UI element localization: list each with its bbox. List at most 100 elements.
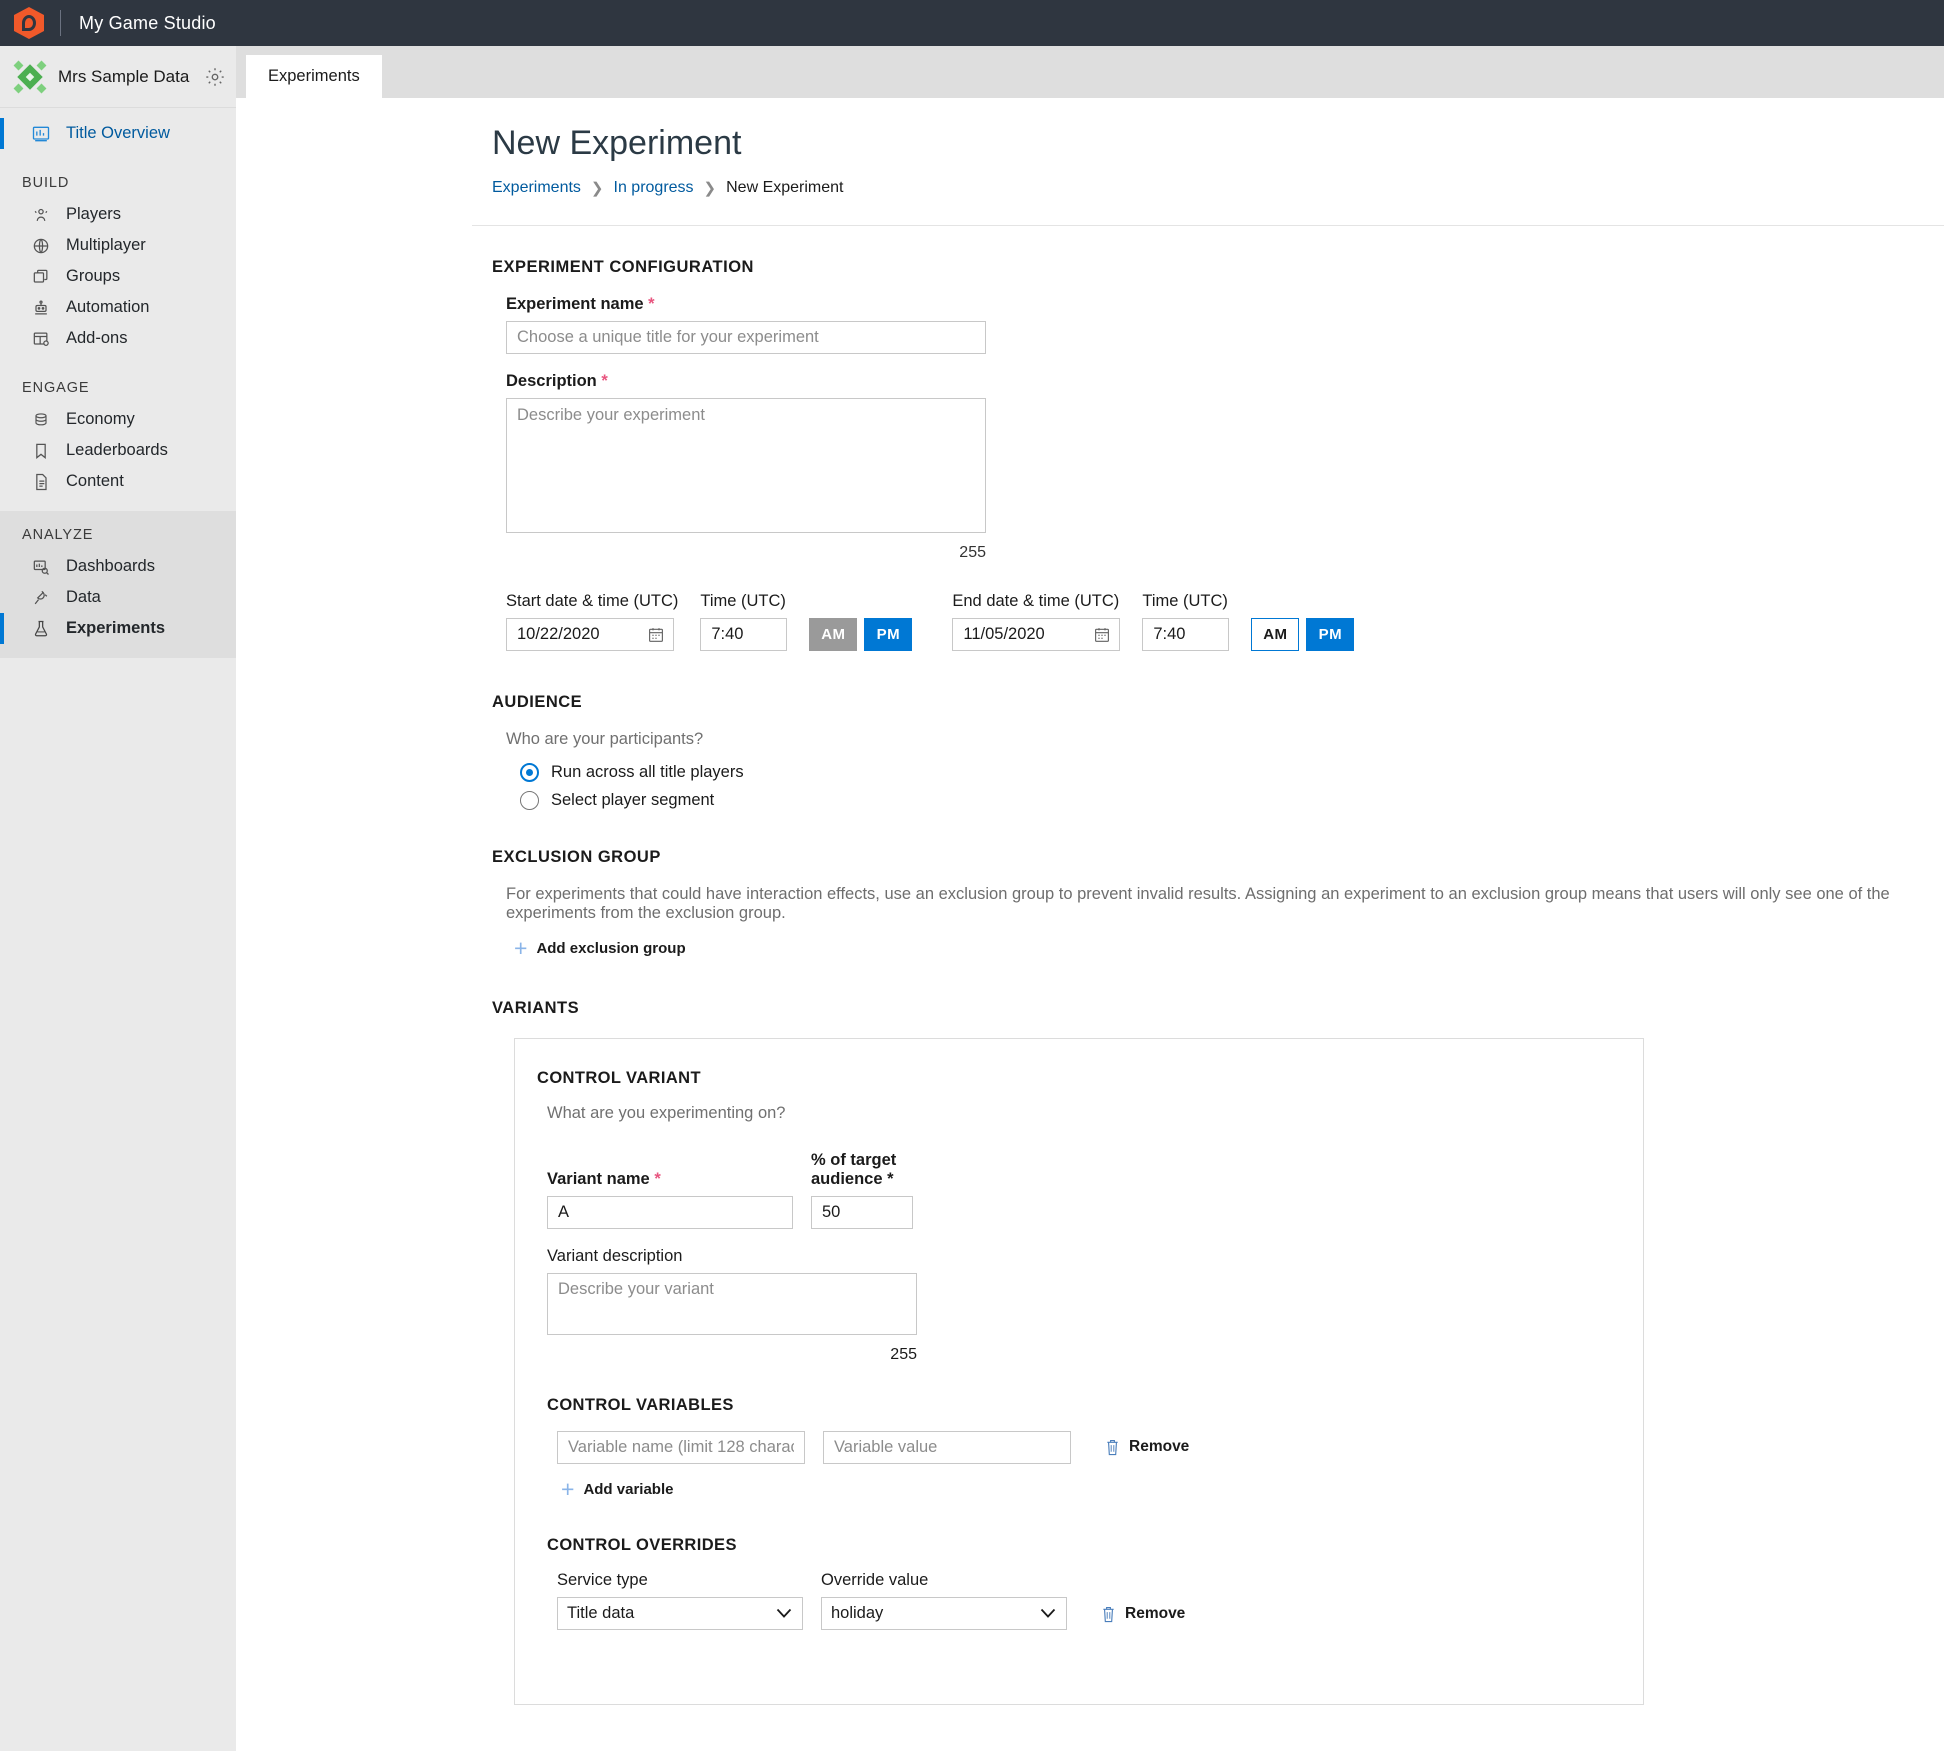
sidebar-item-leaderboards[interactable]: Leaderboards: [0, 435, 236, 466]
document-icon: [36, 473, 47, 490]
sidebar-item-label: Economy: [66, 410, 135, 428]
calendar-icon[interactable]: [1093, 625, 1111, 644]
description-textarea[interactable]: [506, 398, 986, 533]
sidebar-group-analyze: ANALYZE Dashboards Data Experiments: [0, 511, 236, 658]
flask-icon: [34, 620, 48, 636]
start-pm-button[interactable]: PM: [864, 618, 913, 651]
main-content: Experiments New Experiment Experiments ❯…: [236, 46, 1944, 1751]
radio-label: Run across all title players: [551, 763, 744, 781]
variant-name-row: Variant name * % of target audience *: [547, 1151, 1643, 1229]
service-type-select[interactable]: Title data: [557, 1596, 803, 1630]
variable-name-input[interactable]: [557, 1430, 805, 1464]
sidebar-item-add-ons[interactable]: Add-ons: [0, 323, 236, 354]
start-am-button[interactable]: AM: [809, 618, 858, 651]
control-variant-question: What are you experimenting on?: [547, 1104, 786, 1122]
gear-icon[interactable]: [204, 66, 226, 88]
remove-override-button[interactable]: Remove: [1101, 1605, 1185, 1623]
variable-value-input[interactable]: [823, 1430, 1071, 1464]
description-label: Description *: [506, 372, 608, 390]
end-time-input[interactable]: [1142, 618, 1230, 651]
sidebar-item-players[interactable]: Players: [0, 199, 236, 230]
sidebar-group-label: BUILD: [22, 175, 70, 191]
service-type-label: Service type: [557, 1570, 648, 1589]
control-variant-heading: CONTROL VARIANT: [537, 1069, 701, 1087]
radio-indicator[interactable]: [520, 763, 539, 782]
required-asterisk: *: [887, 1169, 894, 1188]
sidebar-group-label: ANALYZE: [22, 527, 94, 543]
radio-select-segment[interactable]: Select player segment: [520, 791, 1944, 810]
sidebar-item-label: Experiments: [66, 619, 166, 637]
remove-variable-button[interactable]: Remove: [1105, 1438, 1189, 1456]
sidebar-item-dashboards[interactable]: Dashboards: [0, 551, 236, 582]
sidebar-item-label: Dashboards: [66, 557, 155, 575]
title-selector[interactable]: Mrs Sample Data: [0, 46, 236, 108]
exclusion-description: For experiments that could have interact…: [506, 885, 1890, 922]
sidebar-item-data[interactable]: Data: [0, 582, 236, 613]
start-date-label: Start date & time (UTC): [506, 592, 679, 610]
end-ampm-toggle: AM PM: [1251, 618, 1355, 651]
sidebar-item-label: Groups: [66, 267, 121, 285]
override-value-select[interactable]: holiday: [821, 1596, 1067, 1630]
breadcrumb-in-progress[interactable]: In progress: [614, 179, 694, 197]
end-date-group: End date & time (UTC): [952, 592, 1121, 651]
sidebar-item-label: Players: [66, 205, 122, 223]
page-header: New Experiment Experiments ❯ In progress…: [236, 98, 1944, 225]
section-variants: VARIANTS: [492, 999, 580, 1017]
sidebar-item-label: Data: [66, 588, 101, 606]
sidebar-item-label: Leaderboards: [66, 441, 168, 459]
sidebar-item-label: Add-ons: [66, 329, 128, 347]
remove-override-label: Remove: [1125, 1604, 1186, 1622]
sidebar-item-title-overview[interactable]: Title Overview: [0, 118, 236, 149]
section-exclusion-group: EXCLUSION GROUP: [492, 848, 661, 866]
end-date-label: End date & time (UTC): [952, 592, 1120, 610]
description-char-counter: 255: [959, 544, 986, 561]
sidebar-item-automation[interactable]: Automation: [0, 292, 236, 323]
sidebar-item-experiments[interactable]: Experiments: [0, 613, 236, 644]
add-exclusion-group-label: Add exclusion group: [536, 940, 686, 957]
add-exclusion-group-button[interactable]: + Add exclusion group: [514, 937, 686, 960]
sidebar-item-content[interactable]: Content: [0, 466, 236, 497]
chevron-right-icon: ❯: [590, 180, 604, 197]
end-pm-button[interactable]: PM: [1306, 618, 1355, 651]
studio-name: My Game Studio: [79, 12, 216, 33]
start-time-input[interactable]: [700, 618, 788, 651]
sidebar-group-label: ENGAGE: [22, 380, 90, 396]
sidebar-item-multiplayer[interactable]: Multiplayer: [0, 230, 236, 261]
start-time-group: Time (UTC): [700, 592, 788, 651]
sidebar-group-build: BUILD Players Multiplayer Groups Automat…: [0, 149, 236, 354]
sidebar: Mrs Sample Data Title Overview BUILD Pla…: [0, 46, 236, 1751]
variant-name-input[interactable]: [547, 1195, 793, 1229]
variant-description-label: Variant description: [547, 1246, 683, 1265]
dashboard-search-icon: [33, 560, 49, 575]
top-bar: My Game Studio: [0, 0, 1944, 46]
required-asterisk: *: [601, 372, 608, 390]
add-variable-label: Add variable: [583, 1480, 674, 1498]
sidebar-item-label: Multiplayer: [66, 236, 146, 254]
experiment-name-input[interactable]: [506, 321, 986, 354]
control-variable-row: Remove: [557, 1430, 1643, 1464]
addons-icon: [33, 332, 49, 346]
tab-experiments[interactable]: Experiments: [246, 55, 382, 98]
hexagon-logo-icon[interactable]: [14, 7, 44, 39]
section-experiment-configuration: EXPERIMENT CONFIGURATION: [492, 258, 754, 276]
robot-icon: [35, 300, 47, 314]
coins-icon: [35, 412, 47, 425]
sidebar-item-label: Automation: [66, 298, 150, 316]
plus-icon: +: [514, 935, 528, 961]
chevron-right-icon: ❯: [703, 180, 717, 197]
add-variable-button[interactable]: + Add variable: [561, 1477, 674, 1501]
radio-run-across-all[interactable]: Run across all title players: [520, 763, 1944, 782]
radio-indicator[interactable]: [520, 791, 539, 810]
breadcrumb-experiments[interactable]: Experiments: [492, 179, 581, 197]
variant-description-textarea[interactable]: [547, 1272, 917, 1335]
trash-icon: [1103, 1606, 1114, 1622]
bookmark-icon: [36, 443, 46, 459]
globe-icon: [33, 238, 49, 253]
end-am-button[interactable]: AM: [1251, 618, 1300, 651]
sidebar-item-groups[interactable]: Groups: [0, 261, 236, 292]
sidebar-item-economy[interactable]: Economy: [0, 404, 236, 435]
start-ampm-toggle: AM PM: [809, 618, 913, 651]
pct-target-audience-input[interactable]: [811, 1195, 913, 1229]
control-variant-card: CONTROL VARIANT What are you experimenti…: [514, 1038, 1644, 1705]
calendar-icon[interactable]: [647, 625, 665, 644]
